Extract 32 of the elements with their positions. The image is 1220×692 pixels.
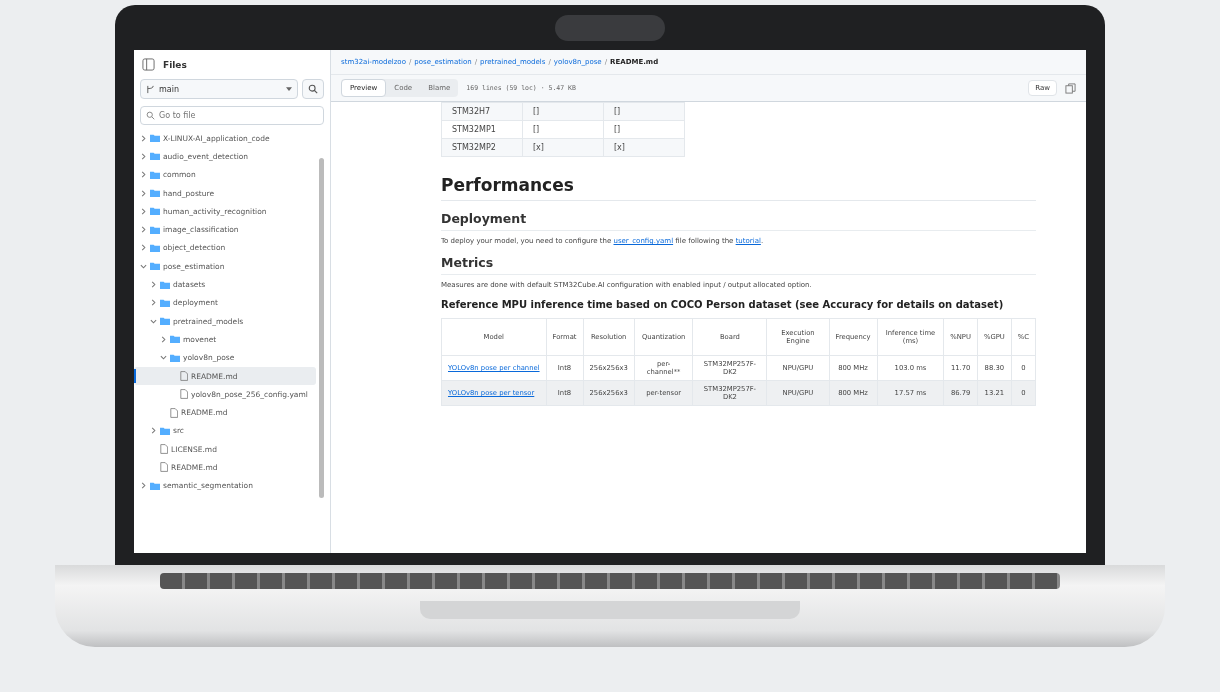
table-cell: [x]: [522, 138, 604, 157]
file-icon: [180, 389, 188, 400]
sidebar-toggle-icon[interactable]: [142, 58, 155, 71]
subsection-heading: Metrics: [441, 255, 1036, 275]
section-heading: Performances: [441, 175, 1036, 201]
table-cell: STM32MP1: [441, 120, 523, 139]
folder-icon: [160, 426, 170, 435]
file-icon: [180, 371, 188, 381]
search-icon: [308, 84, 318, 94]
folder-icon: [150, 481, 160, 490]
scrollbar[interactable]: [319, 158, 324, 498]
go-to-file-field[interactable]: Go to file: [140, 106, 324, 125]
table-cell: []: [522, 120, 604, 139]
table-heading: Reference MPU inference time based on COCO Person dataset (see Accuracy for details on dataset): [441, 299, 1005, 310]
webcam-icon: [555, 14, 665, 41]
table-cell: []: [603, 102, 685, 121]
copy-icon[interactable]: [1065, 82, 1076, 94]
file-icon: [160, 462, 168, 473]
branch-icon: [146, 84, 155, 94]
search-button[interactable]: [302, 79, 324, 99]
table-cell: STM32MP2: [441, 138, 523, 157]
table-cell: STM32H7: [441, 102, 523, 121]
search-icon: [146, 111, 155, 120]
table-cell: [x]: [603, 138, 685, 157]
branch-selector[interactable]: main: [140, 79, 298, 99]
file-icon: [170, 407, 178, 418]
file-icon: [160, 444, 168, 455]
sidebar-title: Files: [163, 59, 187, 70]
caret-icon: [286, 87, 292, 91]
subsection-heading: Deployment: [441, 211, 1036, 231]
table-cell: []: [603, 120, 685, 139]
table-cell: []: [522, 102, 604, 121]
